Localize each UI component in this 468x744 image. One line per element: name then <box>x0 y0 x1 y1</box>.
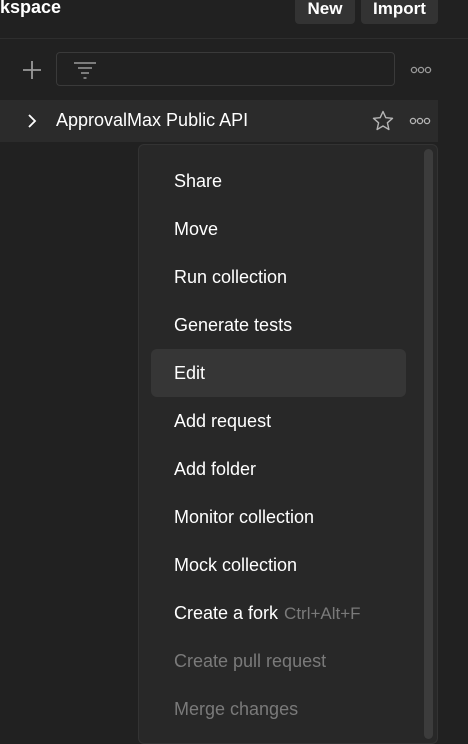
keyboard-shortcut: Ctrl+Alt+F <box>284 604 361 623</box>
menu-item-add-folder[interactable]: Add folder <box>151 445 406 493</box>
star-icon[interactable] <box>371 109 395 133</box>
menu-item-move[interactable]: Move <box>151 205 406 253</box>
workspace-header: kspace New Import <box>0 0 468 39</box>
plus-icon[interactable] <box>20 58 44 82</box>
filter-input[interactable] <box>56 52 395 86</box>
collection-row[interactable]: ApprovalMax Public API <box>0 100 438 142</box>
menu-item-create-pull-request: Create pull request <box>174 651 327 671</box>
menu-item-add-request[interactable]: Add request <box>151 397 406 445</box>
menu-item-mock-collection[interactable]: Mock collection <box>151 541 406 589</box>
menu-item-label: Create a fork <box>174 603 279 623</box>
more-horizontal-icon[interactable] <box>410 66 432 74</box>
more-horizontal-icon[interactable] <box>409 117 431 125</box>
import-button[interactable]: Import <box>361 0 438 24</box>
collection-name: ApprovalMax Public API <box>56 110 249 130</box>
menu-item-monitor-collection[interactable]: Monitor collection <box>151 493 406 541</box>
menu-scrollbar[interactable] <box>424 149 433 739</box>
menu-item-share[interactable]: Share <box>151 157 406 205</box>
sidebar-toolbar <box>0 48 468 92</box>
chevron-right-icon[interactable] <box>24 112 40 130</box>
menu-item-create-fork[interactable]: Create a fork Ctrl+Alt+F <box>151 589 406 637</box>
workspace-title: kspace <box>0 0 62 17</box>
menu-item-run-collection[interactable]: Run collection <box>151 253 406 301</box>
menu-item-generate-tests[interactable]: Generate tests <box>151 301 406 349</box>
filter-icon[interactable] <box>73 60 97 80</box>
menu-item-merge-changes: Merge changes <box>174 699 299 719</box>
collection-context-menu: Share Move Run collection Generate tests… <box>138 144 438 744</box>
menu-item-edit[interactable]: Edit <box>151 349 406 397</box>
new-button[interactable]: New <box>295 0 355 24</box>
